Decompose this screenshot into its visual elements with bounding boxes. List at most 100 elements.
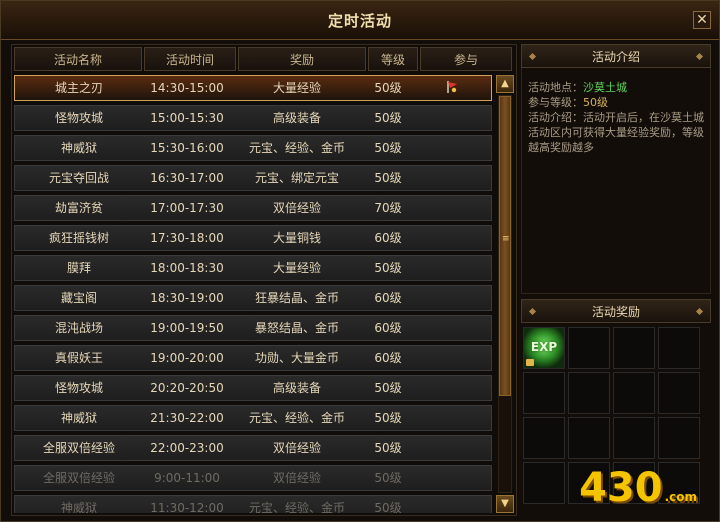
table-row[interactable]: 全服双倍经验 9:00-11:00 双倍经验 50级	[14, 465, 492, 491]
table-row[interactable]: 神威狱 15:30-16:00 元宝、经验、金币 50级	[14, 135, 492, 161]
level-value: 50级	[583, 96, 608, 109]
diamond-icon	[695, 307, 704, 316]
activity-name: 膜拜	[66, 261, 91, 275]
location-label: 活动地点：	[528, 81, 583, 94]
exp-label: EXP	[530, 340, 558, 354]
table-row[interactable]: 怪物攻城 20:20-20:50 高级装备 50级	[14, 375, 492, 401]
table-row[interactable]: 神威狱 11:30-12:00 元宝、经验、金币 50级	[14, 495, 492, 513]
reward-slot[interactable]	[523, 417, 565, 459]
activity-time: 15:30-16:00	[150, 141, 224, 155]
activity-reward: 双倍经验	[272, 441, 321, 455]
activity-name: 混沌战场	[54, 321, 103, 335]
activity-name: 全服双倍经验	[42, 441, 115, 455]
table-row[interactable]: 全服双倍经验 22:00-23:00 双倍经验 50级	[14, 435, 492, 461]
activity-time: 15:00-15:30	[150, 111, 224, 125]
window-title: 定时活动	[327, 12, 392, 30]
table-row[interactable]: 元宝夺回战 16:30-17:00 元宝、绑定元宝 50级	[14, 165, 492, 191]
diamond-icon	[695, 52, 704, 61]
activity-name: 神威狱	[60, 141, 97, 155]
activity-reward: 大量经验	[272, 261, 321, 275]
activity-rows: 城主之刃 14:30-15:00 大量经验 50级怪物攻城 15:00-15:30 高级装…	[14, 75, 492, 513]
join-cell	[413, 106, 491, 130]
watermark-main: 430	[579, 465, 663, 511]
table-row[interactable]: 混沌战场 19:00-19:50 暴怒结晶、金币 60级	[14, 315, 492, 341]
location-line: 活动地点：沙莫土城	[528, 80, 705, 95]
reward-slot[interactable]	[658, 372, 700, 414]
join-cell[interactable]	[413, 76, 491, 100]
table-row[interactable]: 疯狂摇钱树 17:30-18:00 大量铜钱 60级	[14, 225, 492, 251]
header-level: 等级	[368, 47, 418, 71]
activity-time: 16:30-17:00	[150, 171, 224, 185]
title-bar: 定时活动 ✕	[1, 1, 719, 40]
activity-level: 50级	[374, 441, 402, 455]
scroll-up-button[interactable]: ▲	[496, 75, 514, 93]
activity-name: 真假妖王	[54, 351, 103, 365]
activity-name: 怪物攻城	[54, 381, 103, 395]
close-button[interactable]: ✕	[693, 11, 711, 29]
reward-slot[interactable]	[523, 372, 565, 414]
activity-reward: 高级装备	[272, 111, 321, 125]
activity-level: 50级	[374, 261, 402, 275]
join-cell	[413, 166, 491, 190]
activity-level: 50级	[374, 471, 402, 485]
activity-reward: 元宝、经验、金币	[248, 141, 345, 155]
join-cell	[413, 286, 491, 310]
table-row[interactable]: 膜拜 18:00-18:30 大量经验 50级	[14, 255, 492, 281]
reward-slot[interactable]	[523, 462, 565, 504]
table-row[interactable]: 劫富济贫 17:00-17:30 双倍经验 70级	[14, 195, 492, 221]
reward-slot[interactable]	[568, 327, 610, 369]
join-cell	[413, 376, 491, 400]
activity-name: 元宝夺回战	[48, 171, 109, 185]
activity-name: 怪物攻城	[54, 111, 103, 125]
join-cell	[413, 196, 491, 220]
activity-reward: 元宝、经验、金币	[248, 411, 345, 425]
reward-slot[interactable]	[613, 327, 655, 369]
table-row[interactable]: 藏宝阁 18:30-19:00 狂暴结晶、金币 60级	[14, 285, 492, 311]
desc-label: 活动介绍：	[528, 111, 583, 124]
lock-icon	[526, 359, 534, 366]
activity-level: 60级	[374, 291, 402, 305]
diamond-icon	[528, 307, 537, 316]
reward-slot[interactable]	[568, 372, 610, 414]
join-cell	[413, 256, 491, 280]
header-reward: 奖励	[238, 47, 366, 71]
activity-time: 18:30-19:00	[150, 291, 224, 305]
activity-name: 劫富济贫	[54, 201, 103, 215]
scrollbar[interactable]: ▲ ≡ ▼	[496, 75, 514, 513]
join-cell	[413, 496, 491, 513]
level-line: 参与等级：50级	[528, 95, 705, 110]
intro-body: 活动地点：沙莫土城 参与等级：50级 活动介绍：活动开启后，在沙莫土城活动区内可…	[521, 68, 711, 294]
scroll-thumb[interactable]: ≡	[499, 96, 511, 396]
activity-reward: 狂暴结晶、金币	[254, 291, 339, 305]
table-row[interactable]: 怪物攻城 15:00-15:30 高级装备 50级	[14, 105, 492, 131]
activity-time: 9:00-11:00	[154, 471, 220, 485]
scroll-down-button[interactable]: ▼	[496, 495, 514, 513]
flag-icon[interactable]	[445, 80, 459, 94]
location-value: 沙莫土城	[583, 81, 627, 94]
reward-slot[interactable]	[658, 327, 700, 369]
activity-time: 18:00-18:30	[150, 261, 224, 275]
activity-reward: 暴怒结晶、金币	[254, 321, 339, 335]
activity-time: 11:30-12:00	[150, 501, 224, 513]
table-row[interactable]: 城主之刃 14:30-15:00 大量经验 50级	[14, 75, 492, 101]
reward-slot[interactable]	[613, 417, 655, 459]
table-row[interactable]: 真假妖王 19:00-20:00 功勋、大量金币 60级	[14, 345, 492, 371]
exp-icon[interactable]: EXP	[523, 327, 565, 369]
join-cell	[413, 136, 491, 160]
activity-name: 城主之刃	[54, 81, 103, 95]
level-label: 参与等级：	[528, 96, 583, 109]
activity-time: 19:00-20:00	[150, 351, 224, 365]
reward-title: 活动奖励	[591, 305, 640, 319]
activity-level: 60级	[374, 321, 402, 335]
scroll-track[interactable]: ≡	[498, 95, 512, 493]
reward-slot[interactable]	[568, 417, 610, 459]
reward-slot[interactable]	[658, 417, 700, 459]
header-activity-time: 活动时间	[144, 47, 236, 71]
activity-level: 50级	[374, 111, 402, 125]
activity-reward: 大量铜钱	[272, 231, 321, 245]
activity-name: 全服双倍经验	[42, 471, 115, 485]
activity-level: 50级	[374, 81, 402, 95]
table-row[interactable]: 神威狱 21:30-22:00 元宝、经验、金币 50级	[14, 405, 492, 431]
activity-time: 20:20-20:50	[150, 381, 224, 395]
reward-slot[interactable]	[613, 372, 655, 414]
